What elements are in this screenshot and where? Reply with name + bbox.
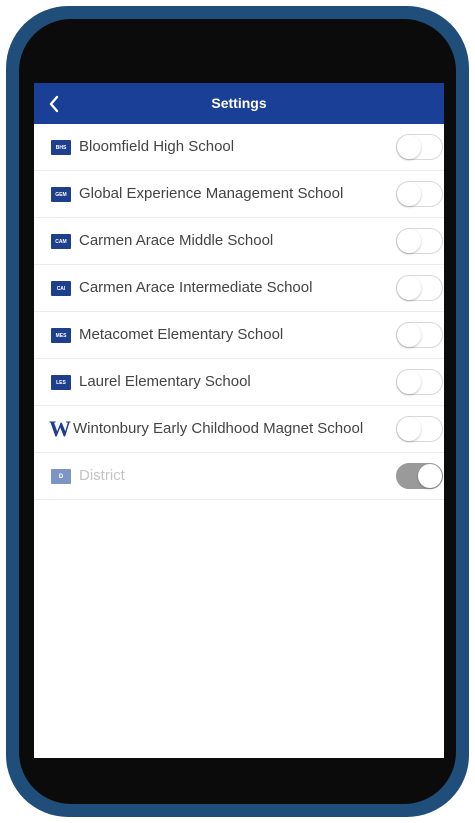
toggle-knob xyxy=(397,135,421,159)
list-item: MES Metacomet Elementary School xyxy=(34,312,444,359)
school-name: Global Experience Management School xyxy=(79,185,344,202)
notification-toggle[interactable] xyxy=(396,134,443,160)
toggle-knob xyxy=(397,182,421,206)
school-logo-icon: GEM xyxy=(51,187,71,202)
school-name: Metacomet Elementary School xyxy=(79,326,284,343)
app-screen: Settings BHS Bloomfield High School GEM … xyxy=(34,83,444,758)
district-logo-icon: D xyxy=(51,469,71,484)
list-item: BHS Bloomfield High School xyxy=(34,124,444,171)
notification-toggle[interactable] xyxy=(396,416,443,442)
district-toggle[interactable] xyxy=(396,463,443,489)
list-item: W Wintonbury Early Childhood Magnet Scho… xyxy=(34,406,444,453)
notification-toggle[interactable] xyxy=(396,275,443,301)
school-name: Carmen Arace Intermediate School xyxy=(79,279,313,296)
school-list: BHS Bloomfield High School GEM Global Ex… xyxy=(34,124,444,500)
toggle-knob xyxy=(397,323,421,347)
phone-frame: Settings BHS Bloomfield High School GEM … xyxy=(6,6,469,817)
district-name: District xyxy=(79,467,125,484)
school-logo-icon: MES xyxy=(51,328,71,343)
school-logo-icon: CAM xyxy=(51,234,71,249)
phone-bezel: Settings BHS Bloomfield High School GEM … xyxy=(19,19,456,804)
list-item: LES Laurel Elementary School xyxy=(34,359,444,406)
toggle-knob xyxy=(397,370,421,394)
page-title: Settings xyxy=(211,95,267,111)
notification-toggle[interactable] xyxy=(396,369,443,395)
list-item: D District xyxy=(34,453,444,500)
school-logo-icon: LES xyxy=(51,375,71,390)
school-logo-icon: W xyxy=(49,416,71,441)
toggle-knob xyxy=(397,276,421,300)
list-item: CAI Carmen Arace Intermediate School xyxy=(34,265,444,312)
toggle-knob xyxy=(418,464,442,488)
navigation-bar: Settings xyxy=(34,83,444,124)
notification-toggle[interactable] xyxy=(396,181,443,207)
school-name: Carmen Arace Middle School xyxy=(79,232,274,249)
list-item: GEM Global Experience Management School xyxy=(34,171,444,218)
school-name: Laurel Elementary School xyxy=(79,373,251,390)
school-name: Bloomfield High School xyxy=(79,138,235,155)
school-name: Wintonbury Early Childhood Magnet School xyxy=(73,420,364,437)
notification-toggle[interactable] xyxy=(396,228,443,254)
list-item: CAM Carmen Arace Middle School xyxy=(34,218,444,265)
school-logo-icon: BHS xyxy=(51,140,71,155)
school-logo-icon: CAI xyxy=(51,281,71,296)
notification-toggle[interactable] xyxy=(396,322,443,348)
toggle-knob xyxy=(397,417,421,441)
toggle-knob xyxy=(397,229,421,253)
